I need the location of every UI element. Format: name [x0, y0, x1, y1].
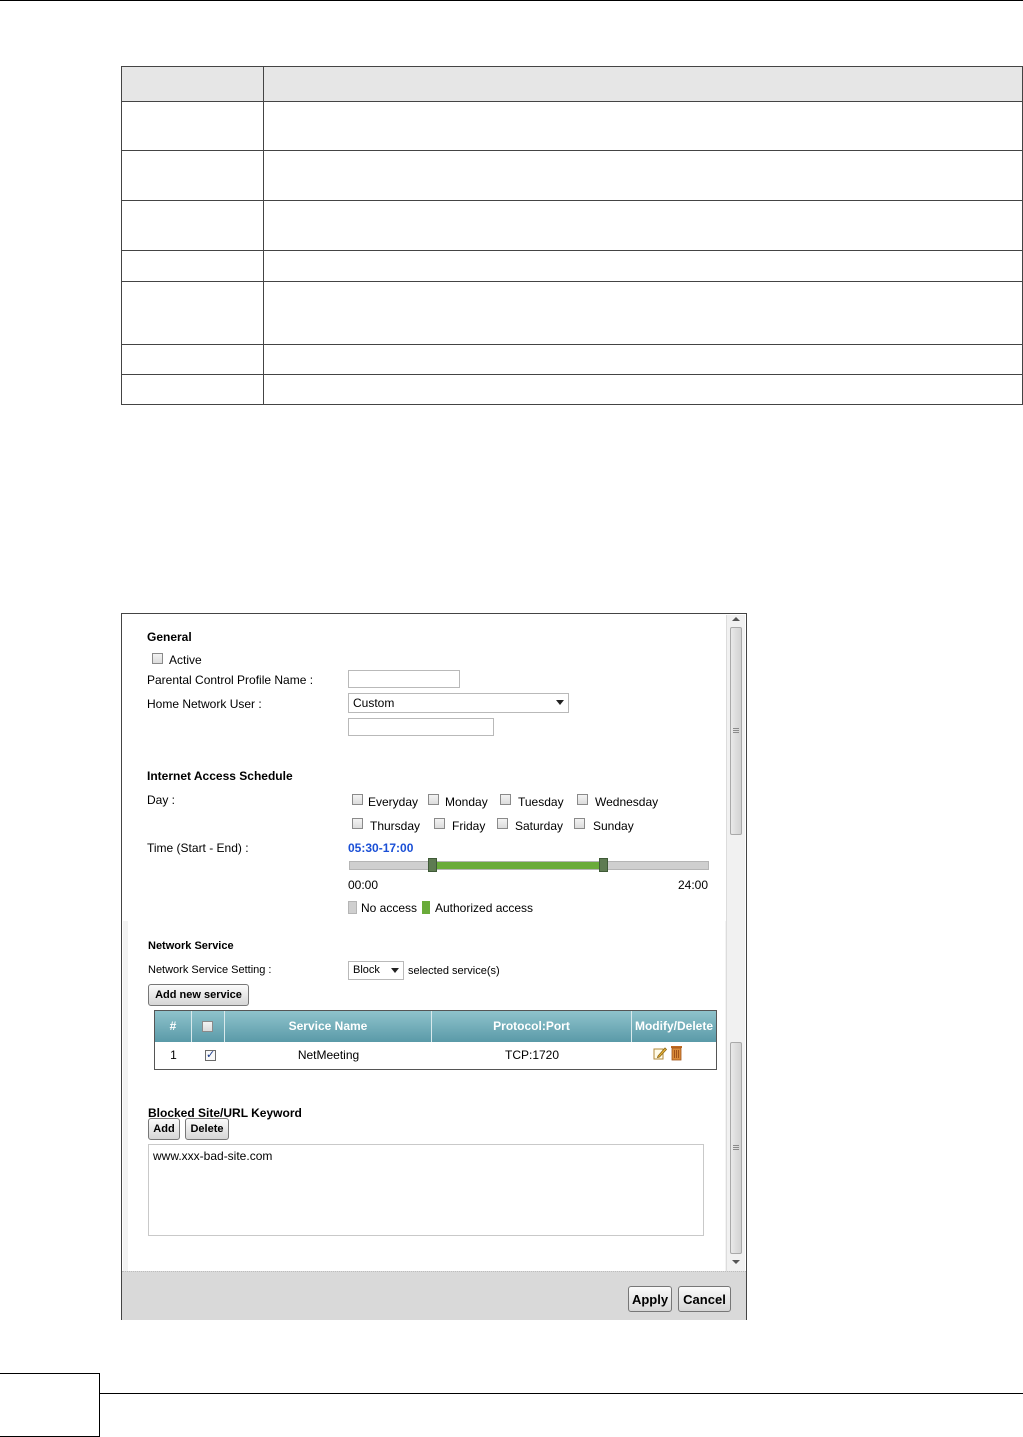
- time-range-value: 05:30-17:00: [348, 841, 414, 855]
- select-all-checkbox[interactable]: [202, 1021, 213, 1032]
- blocked-keyword-list[interactable]: www.xxx-bad-site.com: [148, 1144, 704, 1236]
- dialog-footer: Apply Cancel: [122, 1271, 746, 1320]
- day-checkbox-wednesday[interactable]: [577, 794, 588, 805]
- service-setting-suffix: selected service(s): [408, 965, 500, 977]
- row-service-name: NetMeeting: [297, 1048, 360, 1062]
- table-row: [121, 200, 1023, 251]
- parental-control-dialog: General Active Parental Control Profile …: [121, 613, 747, 1320]
- service-setting-selected: Block: [353, 964, 380, 976]
- scroll-down-icon[interactable]: [732, 1260, 740, 1264]
- scale-start-label: 00:00: [348, 878, 379, 892]
- edit-icon[interactable]: [653, 1046, 668, 1063]
- active-checkbox[interactable]: [152, 653, 163, 664]
- table-row: [121, 281, 1023, 345]
- description-table: [121, 66, 1023, 405]
- day-checkbox-everyday[interactable]: [352, 794, 363, 805]
- no-access-swatch: [348, 901, 357, 914]
- legend-no-access: No access: [361, 901, 418, 915]
- table-row: [121, 101, 1023, 151]
- general-and-schedule-area: General Active Parental Control Profile …: [123, 615, 725, 921]
- service-setting-label: Network Service Setting :: [148, 964, 272, 976]
- day-label-friday: Friday: [452, 819, 486, 833]
- time-label: Time (Start - End) :: [147, 841, 249, 855]
- services-table: # Service Name Protocol:Port Modify/Dele…: [154, 1010, 717, 1070]
- day-label-sunday: Sunday: [593, 819, 634, 833]
- network-service-area: Network Service Network Service Setting …: [128, 921, 725, 1271]
- home-user-selected: Custom: [353, 696, 395, 710]
- table-row: [121, 250, 1023, 282]
- network-service-title: Network Service: [148, 940, 234, 952]
- scroll-thumb-lower[interactable]: [730, 1042, 742, 1254]
- authorized-range-fill: [431, 862, 604, 869]
- profile-name-input[interactable]: [348, 670, 460, 688]
- add-keyword-button[interactable]: Add: [148, 1118, 180, 1140]
- day-checkbox-tuesday[interactable]: [500, 794, 511, 805]
- schedule-slider[interactable]: [349, 858, 709, 872]
- day-label-saturday: Saturday: [515, 819, 564, 833]
- home-user-label: Home Network User :: [147, 697, 262, 711]
- col-select: [192, 1011, 225, 1042]
- active-label: Active: [169, 653, 202, 667]
- row-protocol-port: TCP:1720: [504, 1048, 560, 1062]
- scale-end-label: 24:00: [678, 878, 709, 892]
- day-label-everyday: Everyday: [368, 795, 419, 809]
- col-protocol-port: Protocol:Port: [432, 1011, 632, 1042]
- col-index: #: [155, 1011, 192, 1042]
- header-rule: [0, 0, 1023, 1]
- day-checkbox-thursday[interactable]: [352, 818, 363, 829]
- row-index: 1: [170, 1048, 177, 1062]
- scroll-up-icon[interactable]: [732, 617, 740, 621]
- row-checkbox[interactable]: [205, 1048, 216, 1061]
- day-label-wednesday: Wednesday: [595, 795, 659, 809]
- profile-name-label: Parental Control Profile Name :: [147, 673, 314, 687]
- table-row: [121, 374, 1023, 405]
- col-modify-delete: Modify/Delete: [634, 1019, 713, 1033]
- services-table-header: # Service Name Protocol:Port Modify/Dele…: [155, 1011, 716, 1042]
- table-row: [121, 150, 1023, 201]
- end-time-handle[interactable]: [599, 858, 609, 872]
- trash-icon[interactable]: [670, 1045, 683, 1064]
- day-checkbox-saturday[interactable]: [497, 818, 508, 829]
- day-checkbox-friday[interactable]: [434, 818, 445, 829]
- table-row: [121, 344, 1023, 375]
- schedule-title: Internet Access Schedule: [147, 769, 293, 783]
- day-label-thursday: Thursday: [370, 819, 421, 833]
- apply-button[interactable]: Apply: [628, 1286, 672, 1312]
- page-number-box: [0, 1373, 100, 1437]
- chevron-down-icon: [556, 700, 564, 705]
- day-checkbox-sunday[interactable]: [574, 818, 585, 829]
- scrollbar[interactable]: [726, 615, 745, 1271]
- service-setting-select[interactable]: Block: [348, 961, 404, 980]
- day-label-tuesday: Tuesday: [518, 795, 564, 809]
- legend-authorized: Authorized access: [435, 901, 534, 915]
- table-header-row: [121, 66, 1023, 102]
- home-user-select[interactable]: Custom: [348, 693, 569, 713]
- general-title: General: [147, 630, 192, 644]
- chevron-down-icon: [391, 968, 399, 973]
- day-label-monday: Monday: [445, 795, 488, 809]
- col-service-name: Service Name: [225, 1011, 432, 1042]
- add-new-service-button[interactable]: Add new service: [148, 984, 249, 1006]
- delete-keyword-button[interactable]: Delete: [185, 1118, 229, 1140]
- start-time-handle[interactable]: [427, 858, 437, 872]
- footer-rule: [100, 1393, 1023, 1394]
- scroll-thumb-upper[interactable]: [730, 627, 742, 835]
- day-label: Day :: [147, 793, 176, 807]
- authorized-swatch: [422, 901, 430, 914]
- day-checkbox-monday[interactable]: [428, 794, 439, 805]
- cancel-button[interactable]: Cancel: [678, 1286, 731, 1312]
- custom-mac-input[interactable]: [348, 718, 494, 736]
